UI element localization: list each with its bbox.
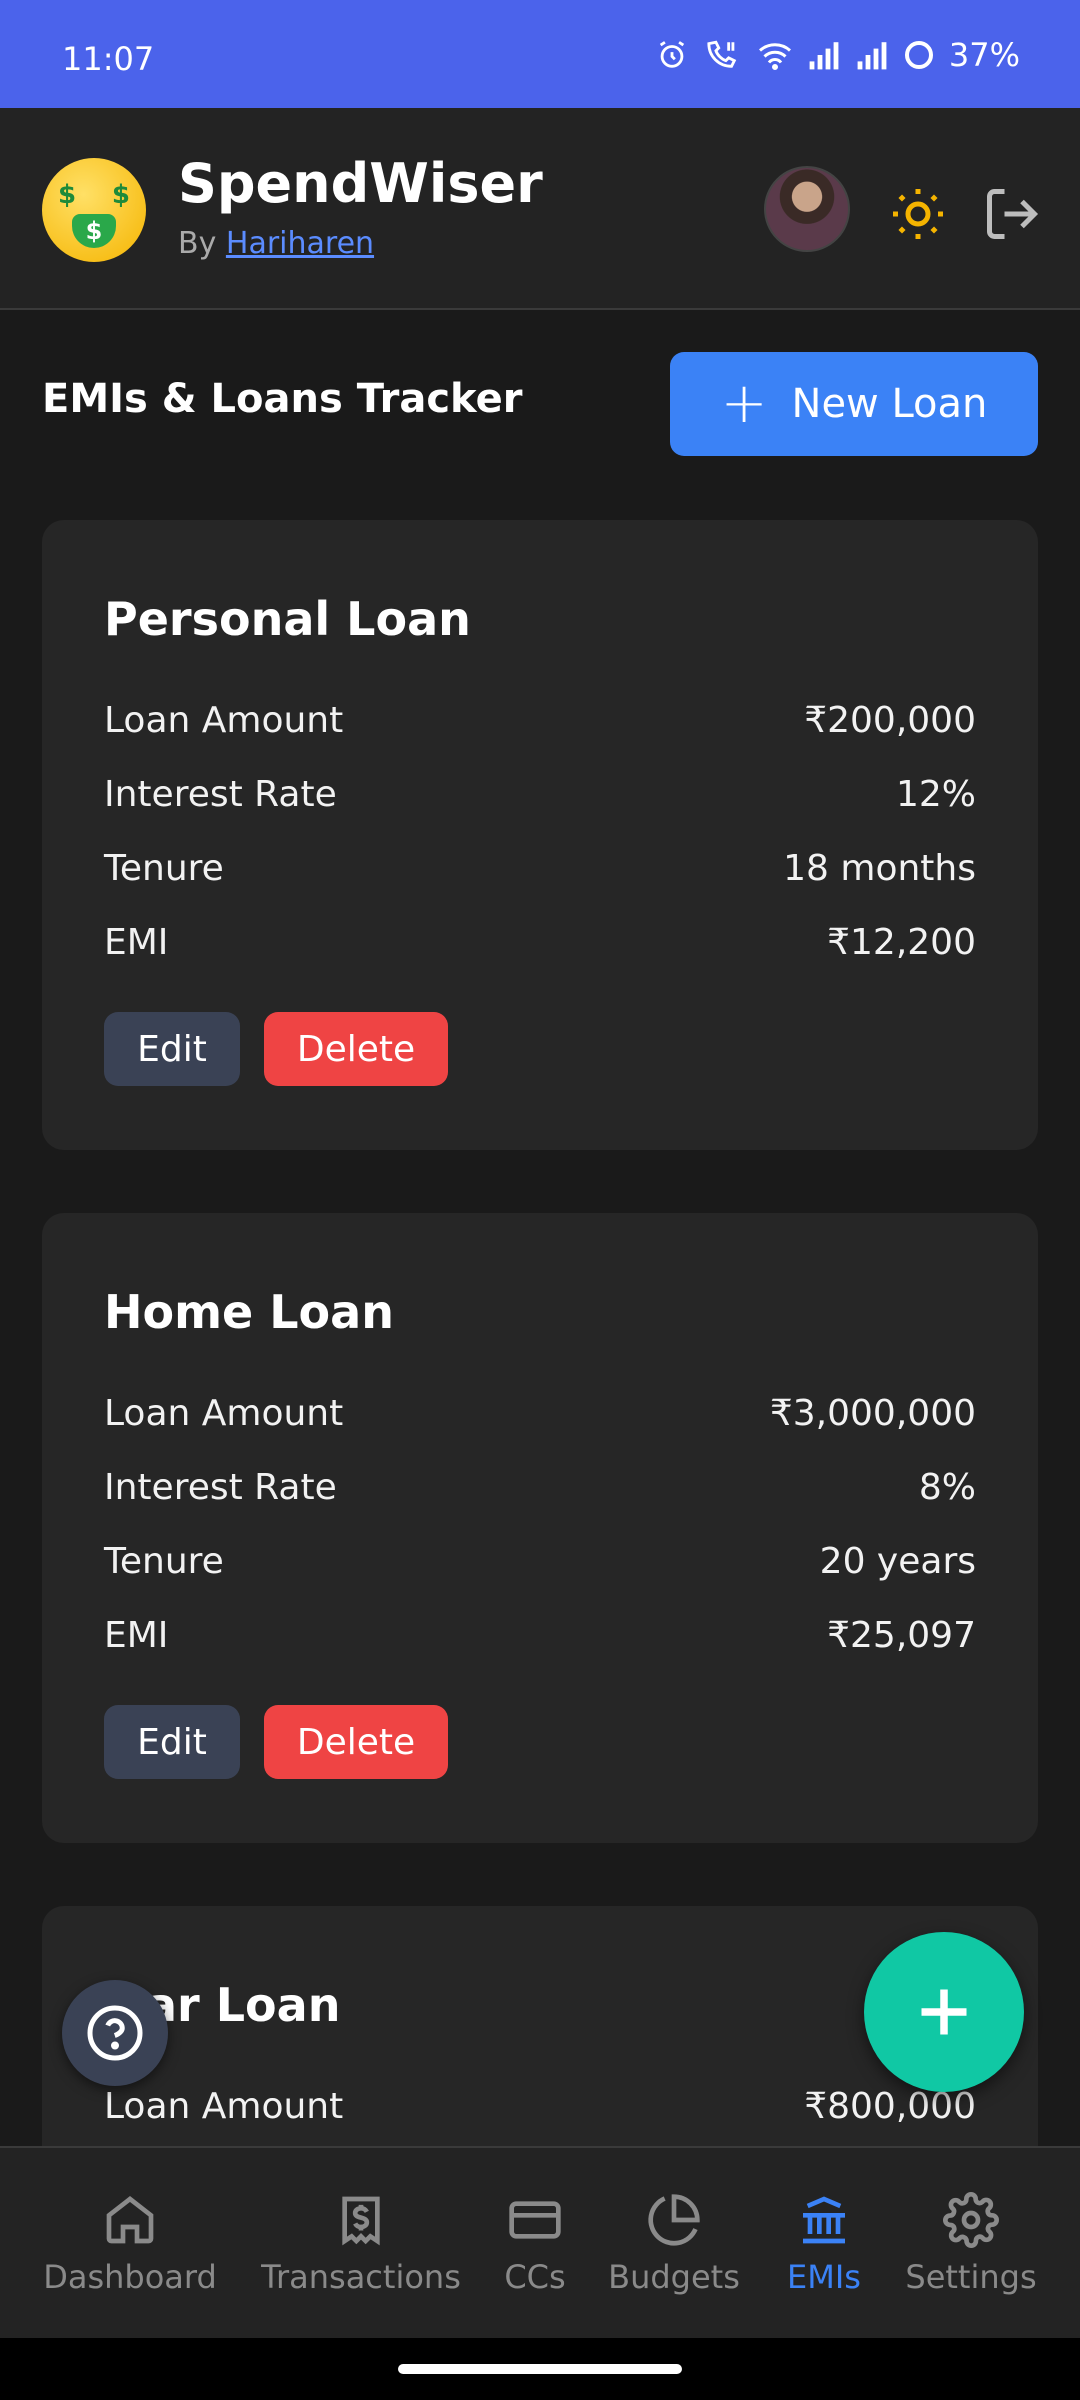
nav-item-ccs[interactable]: CCs	[490, 2148, 580, 2340]
emi-label: EMI	[104, 922, 169, 963]
home-icon	[106, 2196, 154, 2244]
new-loan-button[interactable]: + New Loan	[670, 352, 1038, 456]
signal-icon	[809, 42, 839, 70]
tenure-value: 20 years	[819, 1541, 976, 1582]
loan-title: ar Loan	[146, 1978, 341, 2032]
loan-title: Personal Loan	[104, 592, 471, 646]
nav-item-dashboard[interactable]: Dashboard	[30, 2148, 230, 2340]
nav-label: Budgets	[608, 2258, 740, 2296]
page-title: EMIs & Loans Tracker	[42, 376, 523, 422]
new-loan-label: New Loan	[791, 381, 988, 427]
loan-amount-value: ₹800,000	[804, 2086, 976, 2127]
tenure-label: Tenure	[104, 848, 224, 889]
emi-value: ₹12,200	[827, 922, 976, 963]
loan-amount-value: ₹200,000	[804, 700, 976, 741]
money-face-logo-icon: $ $ $	[42, 158, 146, 262]
emi-value: ₹25,097	[827, 1615, 976, 1656]
byline-prefix: By	[178, 226, 217, 261]
loan-amount-label: Loan Amount	[104, 700, 344, 741]
emi-label: EMI	[104, 1615, 169, 1656]
nav-label: CCs	[504, 2258, 566, 2296]
interest-rate-value: 12%	[895, 774, 976, 815]
nav-item-budgets[interactable]: Budgets	[596, 2148, 752, 2340]
help-button[interactable]	[62, 1980, 168, 2086]
loan-title: Home Loan	[104, 1285, 394, 1339]
question-circle-icon	[87, 2005, 143, 2061]
edit-button[interactable]: Edit	[104, 1705, 240, 1779]
nav-label: Settings	[905, 2258, 1037, 2296]
app-title: SpendWiser	[178, 152, 543, 215]
plus-icon: +	[720, 371, 768, 436]
author-link[interactable]: Hariharen	[226, 226, 374, 261]
home-gesture-bar[interactable]	[398, 2364, 682, 2374]
interest-rate-label: Interest Rate	[104, 1467, 337, 1508]
logout-icon[interactable]	[982, 184, 1042, 244]
loan-amount-label: Loan Amount	[104, 2086, 344, 2127]
pie-chart-icon	[648, 2194, 700, 2246]
status-time: 11:07	[62, 40, 155, 78]
edit-button[interactable]: Edit	[104, 1012, 240, 1086]
status-bar: 11:07 37%	[0, 0, 1080, 108]
bottom-nav: Dashboard Transactions CCs Budgets EMIs …	[0, 2146, 1080, 2338]
delete-button[interactable]: Delete	[264, 1705, 448, 1779]
receipt-icon	[342, 2196, 380, 2246]
loan-card: Personal Loan Loan Amount ₹200,000 Inter…	[42, 520, 1038, 1150]
gear-icon	[943, 2192, 999, 2248]
loan-card: Home Loan Loan Amount ₹3,000,000 Interes…	[42, 1213, 1038, 1843]
signal-icon-2	[857, 42, 887, 70]
status-icons: 37%	[655, 36, 1020, 74]
nav-label: Transactions	[261, 2258, 461, 2296]
alarm-icon	[659, 41, 684, 68]
loan-amount-label: Loan Amount	[104, 1393, 344, 1434]
delete-button[interactable]: Delete	[264, 1012, 448, 1086]
sun-icon[interactable]	[888, 184, 948, 244]
tenure-value: 18 months	[783, 848, 976, 889]
nav-label: EMIs	[787, 2258, 861, 2296]
bank-icon	[803, 2196, 845, 2244]
interest-rate-label: Interest Rate	[104, 774, 337, 815]
nav-item-emis[interactable]: EMIs	[770, 2148, 878, 2340]
credit-card-icon	[509, 2201, 561, 2239]
battery-level: 37%	[948, 36, 1020, 74]
interest-rate-value: 8%	[918, 1467, 976, 1508]
app-header: $ $ $ SpendWiser By Hariharen	[0, 108, 1080, 310]
add-fab-button[interactable]	[864, 1932, 1024, 2092]
nav-item-settings[interactable]: Settings	[896, 2148, 1046, 2340]
app-byline: By Hariharen	[178, 226, 374, 261]
nav-item-transactions[interactable]: Transactions	[250, 2148, 472, 2340]
tenure-label: Tenure	[104, 1541, 224, 1582]
call-icon	[707, 40, 737, 68]
loan-amount-value: ₹3,000,000	[769, 1393, 976, 1434]
avatar[interactable]	[764, 166, 850, 252]
wifi-icon	[758, 43, 791, 70]
plus-icon	[921, 1989, 967, 2035]
battery-icon	[904, 41, 933, 69]
nav-label: Dashboard	[43, 2258, 217, 2296]
